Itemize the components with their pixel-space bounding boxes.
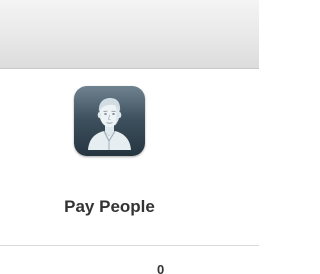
pay-people-tile[interactable]: Pay People <box>0 69 259 245</box>
person-portrait-icon[interactable] <box>74 86 145 156</box>
pay-people-label[interactable]: Pay People <box>0 197 219 217</box>
header-bar <box>0 0 259 69</box>
page: Pay People 0 <box>0 0 259 274</box>
divider <box>0 245 259 246</box>
next-item-partial-text: 0 <box>157 262 165 274</box>
